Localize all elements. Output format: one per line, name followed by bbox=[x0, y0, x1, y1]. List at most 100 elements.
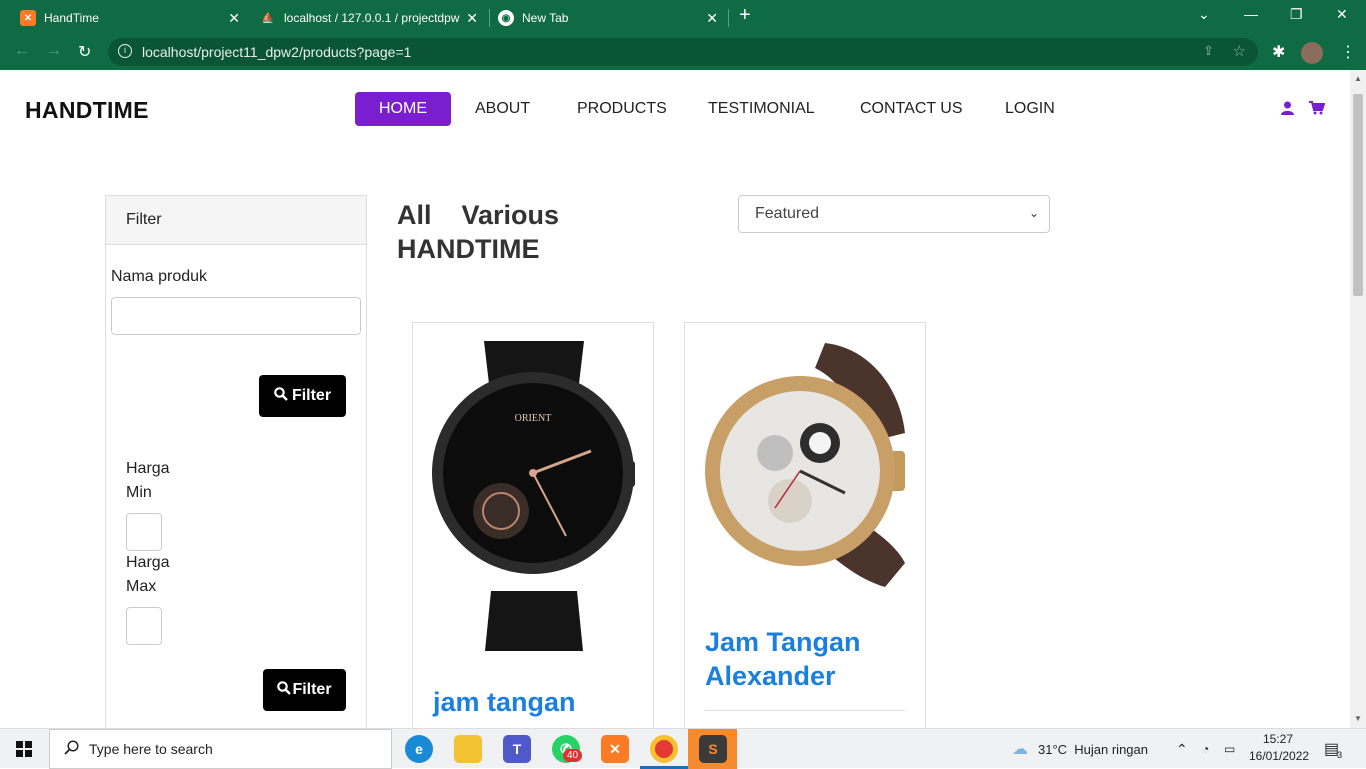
chevron-down-icon: ⌄ bbox=[1028, 206, 1039, 220]
price-filter-button[interactable]: Filter bbox=[263, 669, 346, 711]
weather-widget[interactable]: ☁ 31°C Hujan ringan bbox=[1012, 729, 1148, 769]
nav-products[interactable]: PRODUCTS bbox=[577, 92, 667, 126]
share-icon[interactable]: ⇪ bbox=[1203, 43, 1214, 59]
filter-button[interactable]: Filter bbox=[259, 375, 346, 417]
listing-title-line-1: All Various bbox=[397, 200, 560, 230]
reload-icon[interactable]: ↻ bbox=[78, 42, 91, 62]
search-icon bbox=[274, 386, 288, 406]
extensions-icon[interactable]: ✱ bbox=[1272, 42, 1285, 62]
product-name[interactable]: jam tangan bbox=[433, 685, 576, 719]
product-name-label: Nama produk bbox=[111, 268, 208, 285]
min-price-input[interactable] bbox=[126, 513, 162, 551]
taskbar-search[interactable]: Type here to search bbox=[49, 729, 392, 769]
new-tab-button[interactable]: + bbox=[739, 4, 751, 27]
filter-panel-title: Filter bbox=[106, 196, 366, 245]
xampp-icon: ✕ bbox=[20, 10, 36, 26]
info-icon[interactable]: i bbox=[118, 44, 132, 58]
max-price-label-1: Harga bbox=[126, 554, 170, 571]
listing-title-line-2: HANDTIME bbox=[397, 234, 540, 264]
cloud-rain-icon: ☁ bbox=[1012, 741, 1028, 758]
teams-icon[interactable]: T bbox=[503, 735, 531, 763]
nav-home[interactable]: HOME bbox=[355, 92, 451, 126]
tab-title: New Tab bbox=[522, 11, 569, 25]
window-close-icon[interactable]: ✕ bbox=[1336, 6, 1348, 23]
search-icon bbox=[277, 680, 292, 700]
watch-image: ORIENT bbox=[432, 341, 635, 651]
menu-icon[interactable]: ⋮ bbox=[1340, 42, 1356, 62]
sort-selected-value: Featured bbox=[755, 205, 820, 222]
clock-time: 15:27 bbox=[1262, 732, 1294, 746]
svg-text:ORIENT: ORIENT bbox=[515, 413, 552, 424]
cart-icon[interactable] bbox=[1309, 101, 1326, 119]
scroll-up-icon[interactable]: ▲ bbox=[1354, 74, 1362, 83]
card-divider bbox=[705, 710, 905, 711]
max-price-input[interactable] bbox=[126, 607, 162, 645]
min-price-label-2: Min bbox=[126, 484, 152, 501]
nav-about[interactable]: ABOUT bbox=[475, 92, 530, 126]
nav-login[interactable]: LOGIN bbox=[1005, 92, 1055, 126]
browser-chrome: ✕ HandTime ✕ ⛵ localhost / 127.0.0.1 / p… bbox=[0, 0, 1366, 70]
sort-select[interactable]: Featured ⌄ bbox=[738, 195, 1050, 233]
sublime-text-icon: S bbox=[699, 735, 727, 763]
notification-count: 3 bbox=[1337, 750, 1343, 760]
nav-contact-us[interactable]: CONTACT US bbox=[860, 92, 963, 126]
wifi-icon[interactable]: ◔ bbox=[1202, 729, 1209, 769]
max-price-label-2: Max bbox=[126, 578, 157, 595]
tab-search-icon[interactable]: ⌄ bbox=[1198, 6, 1210, 23]
product-card[interactable]: Jam Tangan Alexander bbox=[684, 322, 926, 728]
tab-separator bbox=[728, 9, 729, 27]
min-price-label-1: Harga bbox=[126, 460, 170, 477]
windows-start-icon[interactable] bbox=[16, 741, 32, 762]
page-content: HANDTIME HOME ABOUT PRODUCTS TESTIMONIAL… bbox=[0, 70, 1350, 728]
weather-text: 31°C Hujan ringan bbox=[1038, 741, 1148, 757]
taskbar-search-placeholder: Type here to search bbox=[89, 741, 213, 757]
product-name-line-2: Alexander bbox=[705, 661, 836, 691]
close-icon[interactable]: ✕ bbox=[706, 10, 718, 27]
filter-panel: Filter Nama produk Filter Harga Min Harg… bbox=[105, 195, 367, 728]
battery-icon[interactable]: ▭ bbox=[1224, 729, 1235, 769]
product-name-input[interactable] bbox=[111, 297, 361, 335]
brand-logo[interactable]: HANDTIME bbox=[25, 97, 149, 124]
product-name-line-1: Jam Tangan bbox=[705, 627, 861, 657]
scrollbar-thumb[interactable] bbox=[1353, 94, 1363, 296]
page-scrollbar[interactable]: ▲ ▼ bbox=[1350, 70, 1366, 728]
tab-handtime[interactable]: ✕ HandTime ✕ bbox=[8, 4, 248, 32]
clock-date: 16/01/2022 bbox=[1249, 749, 1310, 763]
search-icon bbox=[64, 740, 79, 758]
sublime-taskbar-button[interactable]: S bbox=[688, 729, 737, 769]
restore-icon[interactable]: ❐ bbox=[1290, 6, 1303, 23]
edge-icon[interactable]: e bbox=[405, 735, 433, 763]
xampp-taskbar-icon[interactable]: ✕ bbox=[601, 735, 629, 763]
price-filter-button-label: Filter bbox=[292, 681, 332, 698]
chrome-icon[interactable] bbox=[650, 735, 678, 763]
phpmyadmin-icon: ⛵ bbox=[261, 12, 275, 24]
listing-title: All Various HANDTIME bbox=[397, 198, 559, 266]
bookmark-star-icon[interactable]: ☆ bbox=[1233, 42, 1246, 60]
address-bar[interactable]: i localhost/project11_dpw2/products?page… bbox=[108, 38, 1258, 66]
windows-taskbar: Type here to search e T ✆ 40 ✕ S ☁ 31°C … bbox=[0, 728, 1366, 769]
profile-avatar[interactable] bbox=[1301, 42, 1323, 64]
close-icon[interactable]: ✕ bbox=[228, 10, 240, 27]
chevron-up-icon[interactable]: ⌃ bbox=[1176, 729, 1188, 769]
tab-phpmyadmin[interactable]: ⛵ localhost / 127.0.0.1 / projectdpw ✕ bbox=[250, 4, 486, 32]
product-card[interactable]: ORIENT jam tangan bbox=[412, 322, 654, 728]
file-explorer-icon[interactable] bbox=[454, 735, 482, 763]
product-name[interactable]: Jam Tangan Alexander bbox=[705, 625, 861, 693]
forward-icon[interactable]: → bbox=[46, 42, 62, 60]
tab-title: localhost / 127.0.0.1 / projectdpw bbox=[284, 11, 460, 25]
user-icon[interactable] bbox=[1281, 101, 1294, 119]
url-text: localhost/project11_dpw2/products?page=1 bbox=[142, 44, 412, 60]
minimize-icon[interactable]: — bbox=[1244, 6, 1258, 22]
scroll-down-icon[interactable]: ▼ bbox=[1354, 714, 1362, 723]
tab-title: HandTime bbox=[44, 11, 99, 25]
whatsapp-badge: 40 bbox=[563, 749, 583, 762]
tab-new-tab[interactable]: ◉ New Tab ✕ bbox=[490, 4, 726, 32]
watch-image bbox=[705, 343, 905, 587]
filter-button-label: Filter bbox=[291, 387, 332, 404]
back-icon[interactable]: ← bbox=[14, 42, 30, 60]
notification-icon[interactable]: ▤ 3 bbox=[1324, 729, 1342, 769]
nav-testimonial[interactable]: TESTIMONIAL bbox=[708, 92, 815, 126]
close-icon[interactable]: ✕ bbox=[466, 10, 478, 27]
clock[interactable]: 15:27 16/01/2022 bbox=[1249, 732, 1310, 763]
globe-icon: ◉ bbox=[498, 10, 514, 26]
